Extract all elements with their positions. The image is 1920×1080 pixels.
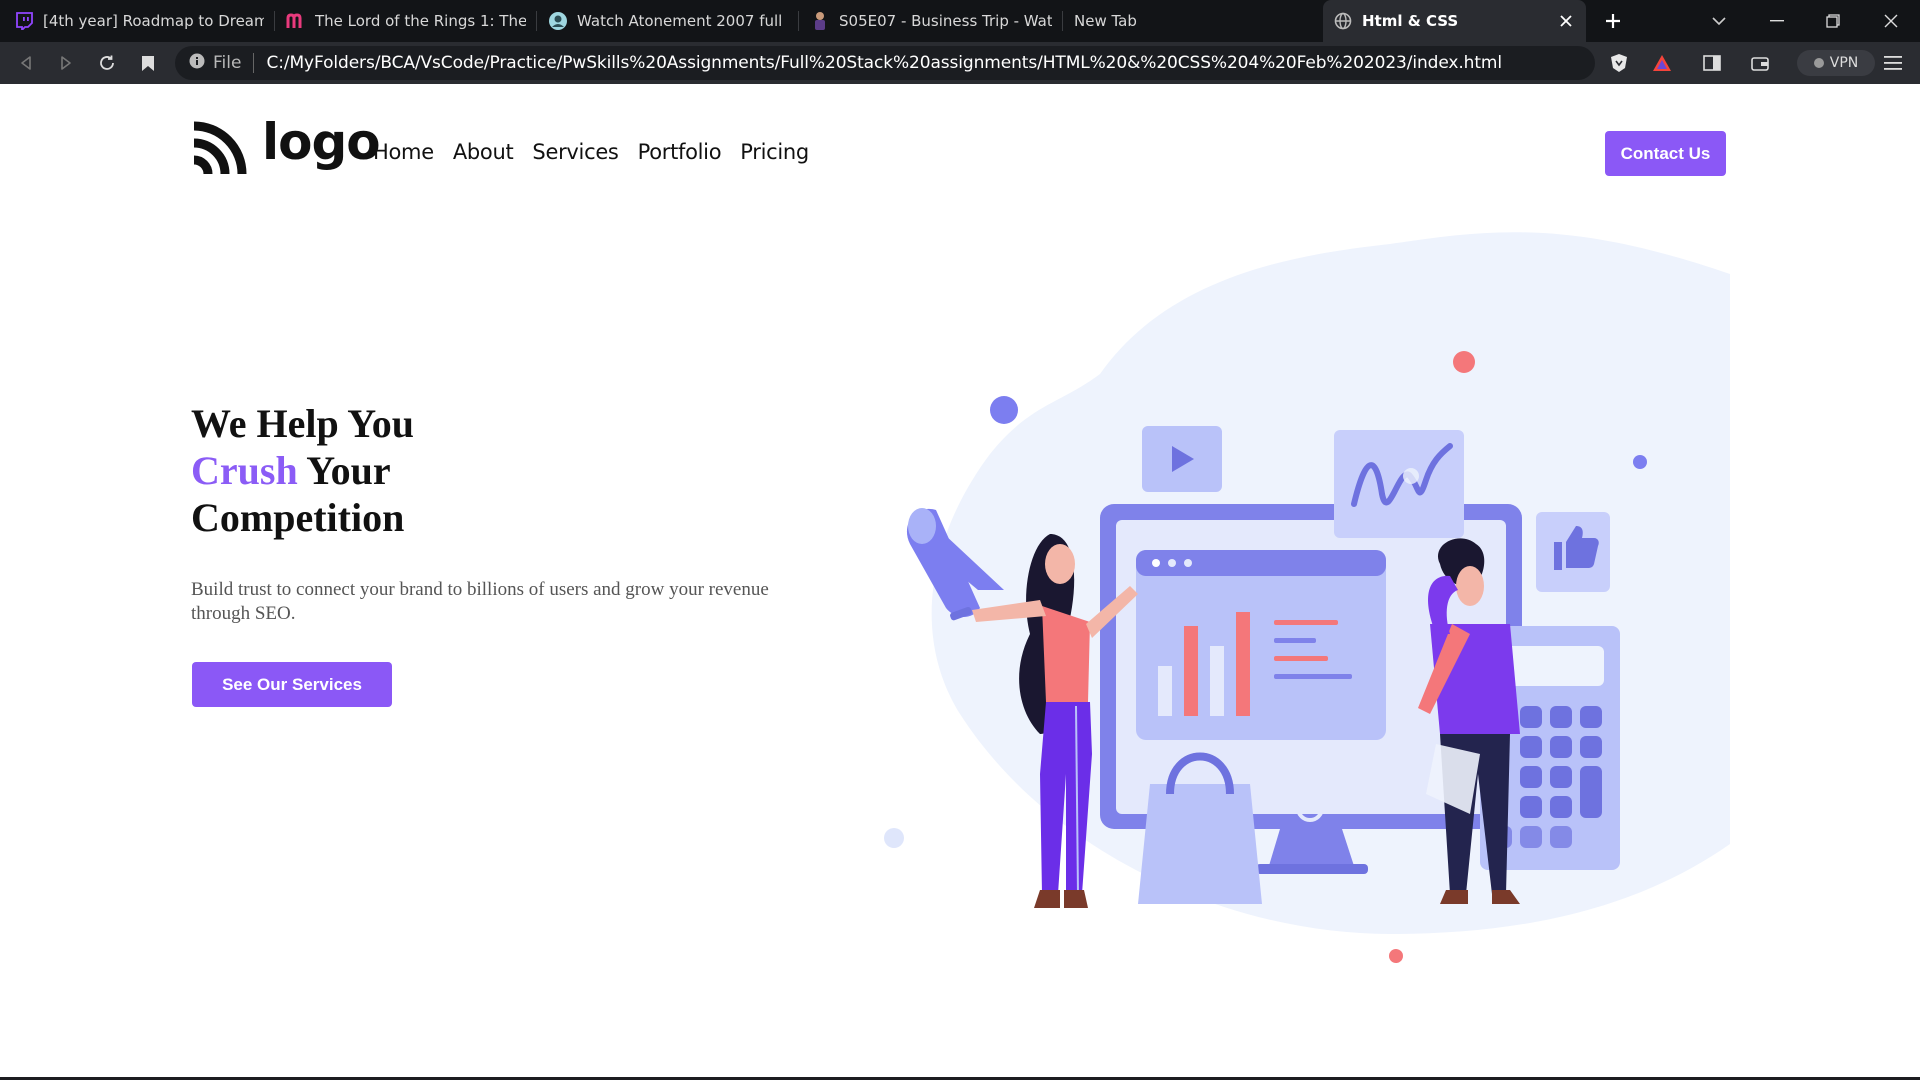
main-nav: Home About Services Portfolio Pricing: [373, 140, 828, 164]
minimize-icon[interactable]: [1754, 0, 1800, 42]
m-logo-icon: [286, 11, 306, 31]
decor-dot: [1453, 351, 1475, 373]
menu-icon[interactable]: [1876, 42, 1910, 84]
tab-list-chevron-icon[interactable]: [1696, 0, 1742, 42]
vpn-status-icon: [1813, 58, 1824, 68]
chart-window: [1136, 550, 1386, 740]
scheme-label: File: [213, 53, 242, 73]
tab-label: Html & CSS: [1362, 12, 1459, 30]
hero-line-1: We Help You: [191, 401, 414, 446]
nav-pricing[interactable]: Pricing: [740, 140, 809, 164]
bookmark-icon[interactable]: [128, 42, 168, 84]
nav-home[interactable]: Home: [373, 140, 434, 164]
nav-about[interactable]: About: [453, 140, 514, 164]
feed-logo-icon: [193, 121, 247, 175]
globe-icon: [1333, 11, 1353, 31]
hero-line-2: Your: [297, 448, 391, 493]
twitch-icon: [14, 11, 34, 31]
tab-label: [4th year] Roadmap to Dream Pla: [43, 12, 264, 30]
url-divider: [253, 53, 255, 73]
tab-strip: [4th year] Roadmap to Dream Pla The Lord…: [0, 0, 1920, 42]
hero-accent-word: Crush: [191, 448, 298, 493]
hero-subtitle: Build trust to connect your brand to bil…: [191, 579, 769, 624]
contact-us-button[interactable]: Contact Us: [1605, 131, 1726, 176]
decor-dot: [990, 396, 1018, 424]
nav-services[interactable]: Services: [532, 140, 618, 164]
reload-icon[interactable]: [87, 42, 127, 84]
close-tab-icon[interactable]: [1556, 11, 1576, 31]
web-page: logo Home About Services Portfolio Prici…: [0, 84, 1920, 1080]
person-icon: [810, 11, 830, 31]
vpn-button[interactable]: VPN: [1797, 50, 1875, 76]
close-window-icon[interactable]: [1868, 0, 1914, 42]
toolbar: File C:/MyFolders/BCA/VsCode/Practice/Pw…: [0, 42, 1920, 84]
url-text[interactable]: C:/MyFolders/BCA/VsCode/Practice/PwSkill…: [266, 53, 1502, 73]
shopping-bag: [1138, 784, 1262, 904]
back-icon[interactable]: [6, 42, 46, 84]
new-tab-button[interactable]: [1590, 0, 1636, 42]
hero-title: We Help You Crush Your Competition: [191, 400, 414, 541]
sidebar-toggle-icon[interactable]: [1695, 42, 1729, 84]
monitor-base: [1256, 864, 1368, 874]
tab-new-tab[interactable]: New Tab: [1064, 0, 1324, 42]
decor-dot: [884, 828, 904, 848]
site-logo[interactable]: logo: [190, 113, 381, 176]
forward-icon[interactable]: [46, 42, 86, 84]
hero-line-3: Competition: [191, 495, 405, 540]
decor-dot: [1389, 949, 1403, 963]
tab-html-css[interactable]: Html & CSS: [1323, 0, 1586, 42]
globe-avatar-icon: [548, 11, 568, 31]
tab-lotr[interactable]: The Lord of the Rings 1: The Fello: [276, 0, 536, 42]
vpn-label: VPN: [1829, 55, 1859, 71]
logo-text: logo: [262, 113, 381, 171]
tab-label: New Tab: [1074, 12, 1137, 30]
brave-rewards-icon[interactable]: [1645, 42, 1679, 84]
monitor-stand: [1268, 829, 1355, 869]
tab-atonement[interactable]: Watch Atonement 2007 full HD o: [538, 0, 798, 42]
tab-roadmap[interactable]: [4th year] Roadmap to Dream Pla: [4, 0, 274, 42]
wallet-icon[interactable]: [1743, 42, 1777, 84]
decor-dot: [1633, 455, 1647, 469]
see-services-button[interactable]: See Our Services: [192, 662, 392, 707]
brave-shield-icon[interactable]: [1602, 42, 1636, 84]
hero-illustration: [884, 232, 1730, 963]
tab-business-trip[interactable]: S05E07 - Business Trip - Watch Th: [800, 0, 1062, 42]
nav-portfolio[interactable]: Portfolio: [638, 140, 722, 164]
tab-label: Watch Atonement 2007 full HD o: [577, 12, 788, 30]
address-bar[interactable]: File C:/MyFolders/BCA/VsCode/Practice/Pw…: [175, 46, 1595, 80]
tab-label: S05E07 - Business Trip - Watch Th: [839, 12, 1052, 30]
info-icon[interactable]: [189, 53, 205, 74]
restore-icon[interactable]: [1810, 0, 1856, 42]
tab-label: The Lord of the Rings 1: The Fello: [315, 12, 526, 30]
